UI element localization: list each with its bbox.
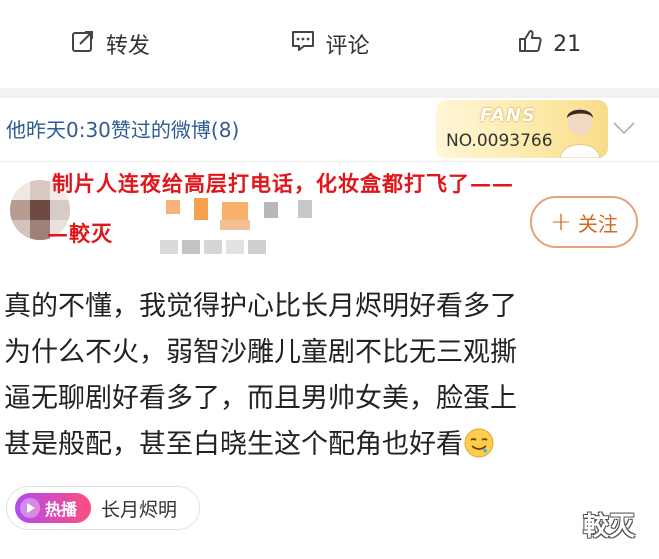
repost-label: 转发 — [105, 34, 150, 59]
follow-label: 关注 — [577, 211, 618, 236]
topic-name: 长月烬明 — [101, 498, 178, 521]
overlay-caption-line1: 制片人连夜给高层打电话，化妆盒都打飞了—— — [52, 171, 514, 196]
username-mosaic — [160, 198, 312, 254]
post-body: 真的不懂，我觉得护心比长月烬明好看多了 为什么不火，弱智沙雕儿童剧不比无三观撕 … — [4, 284, 644, 468]
comment-label: 评论 — [325, 34, 370, 59]
section-divider — [0, 88, 659, 98]
topic-chip[interactable]: 热播 长月烬明 — [6, 486, 200, 530]
repost-icon — [70, 28, 96, 60]
chevron-down-icon[interactable] — [610, 118, 638, 138]
overlay-caption-line2: —較灭 — [47, 221, 113, 246]
liked-weibo-text[interactable]: 他昨天0:30赞过的微博(8) — [6, 114, 239, 143]
post-line-text: 甚是般配，甚至白晓生这个配角也好看 — [4, 429, 463, 460]
play-icon — [20, 498, 40, 518]
plus-icon: + — [550, 207, 572, 237]
like-count: 21 — [553, 31, 582, 57]
thumbs-up-icon — [517, 28, 543, 60]
like-button[interactable]: 21 — [439, 28, 659, 60]
repost-button[interactable]: 转发 — [0, 28, 220, 60]
comment-button[interactable]: 评论 — [220, 28, 440, 60]
post-line: 逼无聊剧好看多了，而且男帅女美，脸蛋上 — [4, 383, 517, 414]
fans-avatar-icon — [559, 108, 601, 158]
watermark: 較灭 — [583, 512, 636, 542]
hot-label: 热播 — [45, 500, 78, 519]
action-bar: 转发 评论 21 — [0, 0, 659, 88]
post-line: 为什么不火，弱智沙雕儿童剧不比无三观撕 — [4, 337, 517, 368]
fans-badge[interactable]: FANS NO.0093766 — [436, 100, 608, 158]
comment-icon — [290, 28, 316, 60]
hot-tag: 热播 — [15, 493, 91, 523]
fans-badge-title: FANS — [480, 105, 536, 126]
post-line: 真的不懂，我觉得护心比长月烬明好看多了 — [4, 291, 517, 322]
post-line: 甚是般配，甚至白晓生这个配角也好看 — [4, 422, 644, 468]
drooling-face-icon — [464, 428, 494, 458]
follow-button[interactable]: + 关注 — [530, 196, 638, 248]
fans-badge-number: NO.0093766 — [446, 131, 553, 151]
